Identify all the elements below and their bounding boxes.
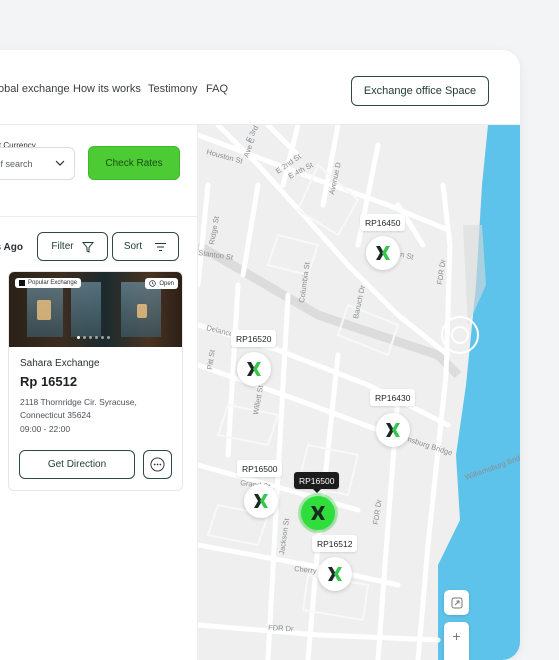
chevron-down-icon xyxy=(55,160,65,166)
rate-label: RP16430 xyxy=(370,389,416,406)
top-nav-bar: obal exchange How its works Testimony FA… xyxy=(0,50,520,125)
more-dots-icon xyxy=(150,457,165,472)
rate-label: RP16512 xyxy=(312,535,358,552)
clock-icon xyxy=(149,280,157,287)
sort-button[interactable]: Sort xyxy=(112,232,179,261)
nav-link-how-it-works[interactable]: How its works xyxy=(73,83,141,95)
exchange-pin[interactable] xyxy=(318,557,352,591)
funnel-icon xyxy=(81,241,94,253)
exchange-office-space-button[interactable]: Exchange office Space xyxy=(351,76,489,106)
currency-select-value: e of search xyxy=(0,159,33,169)
zoom-in-button[interactable]: + xyxy=(452,628,460,644)
exchange-pin[interactable] xyxy=(366,236,400,270)
nav-link-global-exchange[interactable]: obal exchange xyxy=(0,83,70,95)
filter-label: Filter xyxy=(51,241,74,252)
filter-button[interactable]: Filter xyxy=(37,232,108,261)
exchange-logo-icon xyxy=(254,494,268,508)
popular-badge-text: Popular Exchange xyxy=(28,280,78,286)
exchange-pin[interactable] xyxy=(237,352,271,386)
exchange-hours: 09:00 - 22:00 xyxy=(20,424,71,434)
carousel-dots[interactable] xyxy=(77,336,110,339)
rate-label-selected: RP16500 xyxy=(294,472,340,493)
exchange-pin[interactable] xyxy=(376,413,410,447)
get-direction-button[interactable]: Get Direction xyxy=(19,450,135,479)
exchange-card[interactable]: Popular Exchange Open Sahara Exchange Rp… xyxy=(8,271,183,491)
popular-exchange-badge: Popular Exchange xyxy=(15,278,82,288)
results-panel: get Currency e of search Check Rates ys … xyxy=(0,125,198,660)
exchange-logo-icon xyxy=(376,246,390,260)
exchange-logo-icon xyxy=(386,423,400,437)
exchange-pin-selected[interactable] xyxy=(301,496,335,530)
time-ago-label: ys Ago xyxy=(0,242,23,253)
app-window: obal exchange How its works Testimony FA… xyxy=(0,50,520,660)
more-options-button[interactable] xyxy=(143,450,172,479)
badge-square-icon xyxy=(19,280,25,286)
zoom-out-button[interactable]: − xyxy=(452,655,460,660)
rate-label: RP16450 xyxy=(360,214,406,231)
nav-link-testimony[interactable]: Testimony xyxy=(148,83,198,95)
exchange-address: 2118 Thornridge Cir. Syracuse, Connectic… xyxy=(20,397,137,420)
expand-icon xyxy=(451,597,462,608)
exchange-logo-icon xyxy=(311,506,325,520)
exchange-logo-icon xyxy=(328,567,342,581)
svg-text:FDR Dr: FDR Dr xyxy=(268,623,294,633)
sort-icon xyxy=(155,242,167,251)
map-view[interactable]: Houston St E Houston St E 3rd St E 2nd S… xyxy=(198,125,520,660)
sort-label: Sort xyxy=(123,241,143,252)
rate-label: RP16500 xyxy=(237,460,283,477)
open-status-badge: Open xyxy=(145,278,178,289)
zoom-control: + − xyxy=(444,622,469,660)
exchange-photo: Popular Exchange Open xyxy=(9,272,182,347)
rate-label: RP16520 xyxy=(231,330,277,347)
map-base: Houston St E Houston St E 3rd St E 2nd S… xyxy=(198,125,520,660)
exchange-name: Sahara Exchange xyxy=(20,358,100,369)
divider xyxy=(0,216,198,217)
fullscreen-button[interactable] xyxy=(444,590,469,615)
open-badge-text: Open xyxy=(159,280,174,287)
exchange-logo-icon xyxy=(247,362,261,376)
exchange-pin[interactable] xyxy=(244,484,278,518)
nav-link-faq[interactable]: FAQ xyxy=(206,83,228,95)
target-currency-select[interactable]: e of search xyxy=(0,147,75,180)
check-rates-button[interactable]: Check Rates xyxy=(88,146,180,180)
exchange-rate: Rp 16512 xyxy=(20,374,78,389)
